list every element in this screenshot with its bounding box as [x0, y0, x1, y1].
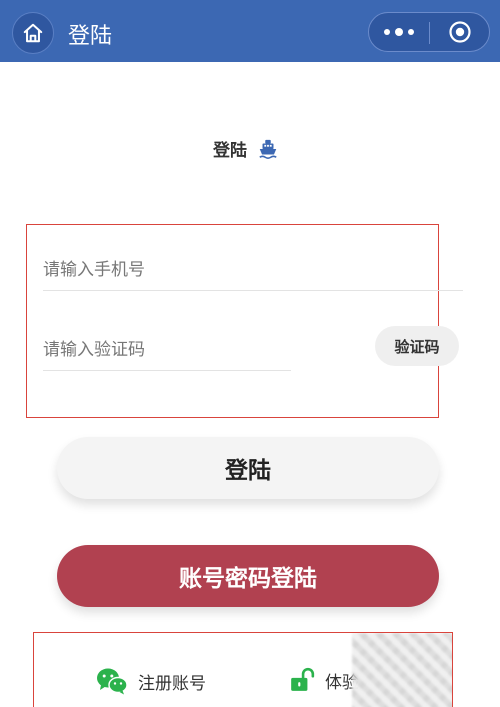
get-code-button[interactable]: 验证码	[375, 326, 459, 366]
blurred-overlay	[352, 633, 452, 707]
nav-title: 登陆	[68, 24, 113, 49]
close-button[interactable]	[430, 13, 490, 51]
home-icon	[23, 23, 43, 43]
home-button[interactable]	[12, 12, 54, 54]
login-heading: 登陆	[213, 136, 279, 161]
more-dots-icon	[384, 28, 414, 36]
navbar: 登陆	[0, 0, 500, 62]
login-form: 验证码	[26, 224, 463, 418]
verification-code-input[interactable]	[43, 329, 291, 371]
login-button[interactable]: 登陆	[57, 437, 439, 499]
target-circle-icon	[449, 21, 471, 43]
password-login-button[interactable]: 账号密码登陆	[57, 545, 439, 607]
phone-input[interactable]	[43, 249, 463, 291]
more-button[interactable]	[369, 13, 429, 51]
register-account-label: 注册账号	[138, 673, 206, 694]
ship-icon	[259, 139, 277, 159]
unlock-icon	[291, 667, 315, 691]
wechat-icon	[97, 668, 128, 695]
login-heading-text: 登陆	[213, 141, 247, 161]
capsule-menu	[368, 12, 490, 52]
register-account-link[interactable]: 注册账号	[96, 667, 206, 695]
trial-link[interactable]: 体验	[289, 667, 359, 693]
alternative-options: 注册账号 体验	[33, 632, 453, 707]
